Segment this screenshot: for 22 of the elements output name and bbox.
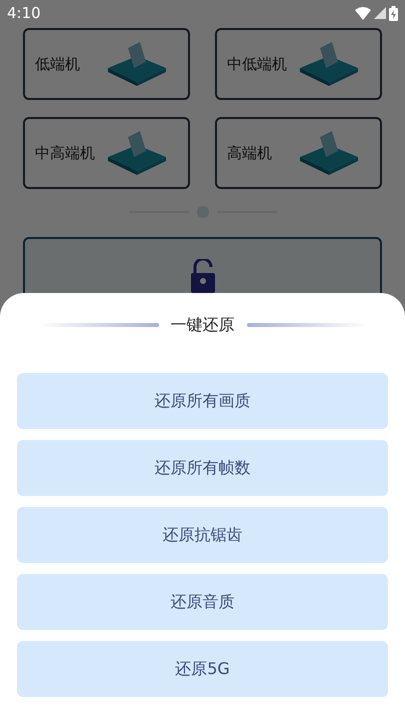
restore-button[interactable]: 还原5G bbox=[17, 641, 388, 697]
device-tier-card[interactable]: 低端机 bbox=[23, 28, 190, 100]
device-tier-card[interactable]: 中低端机 bbox=[215, 28, 382, 100]
restore-button[interactable]: 还原所有画质 bbox=[17, 373, 388, 429]
device-tier-card[interactable]: 高端机 bbox=[215, 117, 382, 189]
device-tier-card[interactable]: 中高端机 bbox=[23, 117, 190, 189]
restore-button[interactable]: 还原所有帧数 bbox=[17, 440, 388, 496]
tier-label: 低端机 bbox=[35, 54, 80, 75]
phone-platform-drawing bbox=[106, 42, 168, 86]
phone-platform-drawing bbox=[298, 42, 360, 86]
status-time: 4:10 bbox=[7, 2, 41, 24]
restore-button[interactable]: 还原抗锯齿 bbox=[17, 507, 388, 563]
tier-label: 中高端机 bbox=[35, 142, 95, 164]
phone-platform-drawing bbox=[106, 131, 168, 175]
wifi-icon bbox=[355, 6, 371, 20]
tier-label: 高端机 bbox=[227, 142, 272, 164]
restore-button[interactable]: 还原音质 bbox=[17, 574, 388, 630]
phone-platform-drawing bbox=[298, 131, 360, 175]
battery-icon bbox=[389, 6, 398, 20]
sheet-title: 一键还原 bbox=[170, 314, 234, 336]
tier-label: 中低端机 bbox=[227, 54, 287, 75]
signal-icon bbox=[374, 7, 386, 19]
